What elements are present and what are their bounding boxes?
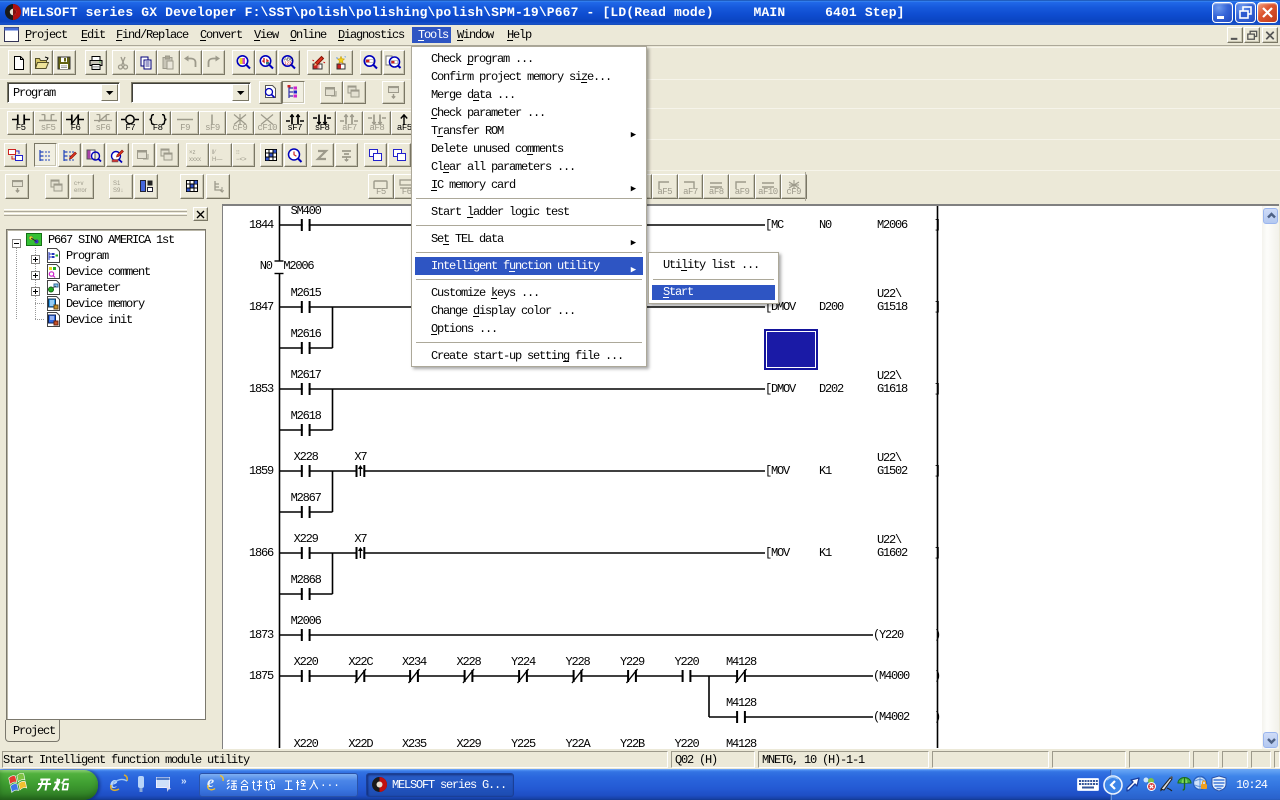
- svg-text:S1: S1: [113, 181, 121, 187]
- svg-text:⁝⁝: ⁝⁝: [236, 150, 240, 156]
- svg-text:×z: ×z: [189, 150, 196, 156]
- svg-text:error: error: [74, 188, 87, 194]
- svg-text:xxxx: xxxx: [189, 157, 201, 163]
- svg-text:−<>: −<>: [236, 157, 247, 163]
- svg-text:S9↓: S9↓: [113, 188, 123, 194]
- svg-text:H—: H—: [212, 157, 222, 163]
- svg-text:c+v: c+v: [74, 181, 84, 187]
- svg-text:123: 123: [284, 61, 292, 66]
- svg-text:‖⁄: ‖⁄: [212, 150, 216, 156]
